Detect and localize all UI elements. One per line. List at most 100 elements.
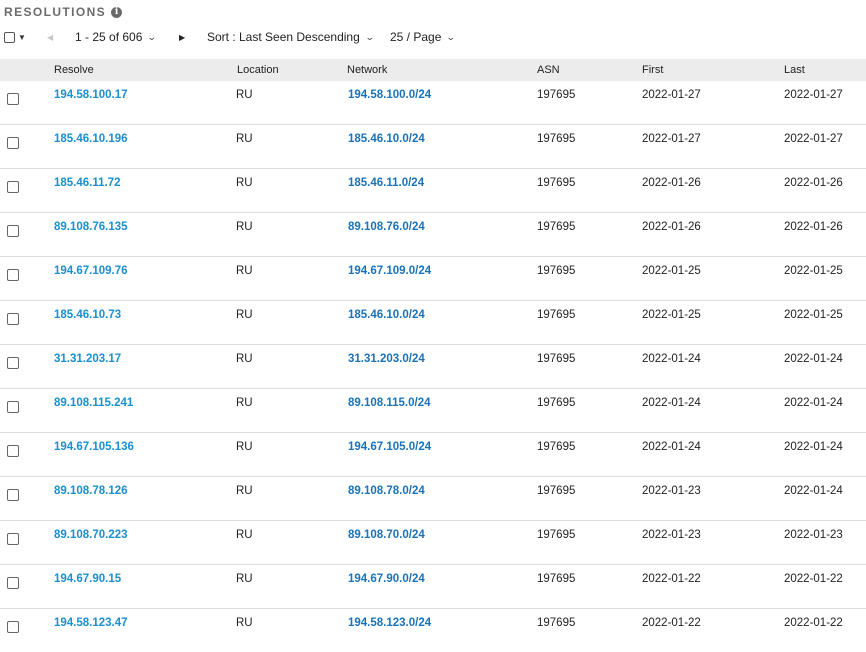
first-seen-cell: 2022-01-23 <box>642 529 701 541</box>
row-checkbox[interactable] <box>7 401 19 413</box>
resolve-link[interactable]: 185.46.11.72 <box>54 177 121 189</box>
asn-cell: 197695 <box>537 265 576 277</box>
page-size-dropdown[interactable]: 25 / Page ⌄ <box>390 24 457 50</box>
column-header-network[interactable]: Network <box>347 64 387 76</box>
asn-cell: 197695 <box>537 353 576 365</box>
row-checkbox[interactable] <box>7 93 19 105</box>
network-link[interactable]: 89.108.115.0/24 <box>348 397 431 409</box>
network-link[interactable]: 194.58.100.0/24 <box>348 89 431 101</box>
select-all-control[interactable]: ▼ <box>4 24 26 50</box>
last-seen-cell: 2022-01-25 <box>784 309 843 321</box>
last-seen-cell: 2022-01-23 <box>784 529 843 541</box>
first-seen-cell: 2022-01-24 <box>642 353 701 365</box>
table-header: Resolve Location Network ASN First Last <box>0 59 866 81</box>
network-link[interactable]: 194.67.105.0/24 <box>348 441 431 453</box>
range-dropdown[interactable]: 1 - 25 of 606 ⌄ <box>75 24 157 50</box>
first-seen-cell: 2022-01-27 <box>642 89 701 101</box>
table-row: 89.108.76.135 RU 89.108.76.0/24 197695 2022-… <box>0 213 866 257</box>
table-row: 31.31.203.17 RU 31.31.203.0/24 197695 2022-0… <box>0 345 866 389</box>
table-row: 89.108.78.126 RU 89.108.78.0/24 197695 2022-… <box>0 477 866 521</box>
resolve-link[interactable]: 185.46.10.73 <box>54 309 121 321</box>
row-checkbox[interactable] <box>7 577 19 589</box>
network-link[interactable]: 194.67.90.0/24 <box>348 573 425 585</box>
table-row: 194.67.105.136 RU 194.67.105.0/24 197695 202… <box>0 433 866 477</box>
location-cell: RU <box>236 265 253 277</box>
asn-cell: 197695 <box>537 309 576 321</box>
first-seen-cell: 2022-01-26 <box>642 221 701 233</box>
network-link[interactable]: 185.46.11.0/24 <box>348 177 424 189</box>
asn-cell: 197695 <box>537 573 576 585</box>
last-seen-cell: 2022-01-22 <box>784 573 843 585</box>
table-row: 89.108.70.223 RU 89.108.70.0/24 197695 2022-… <box>0 521 866 565</box>
first-seen-cell: 2022-01-25 <box>642 309 701 321</box>
range-label: 1 - 25 of 606 <box>75 30 143 44</box>
table-row: 194.58.123.47 RU 194.58.123.0/24 197695 2022… <box>0 609 866 652</box>
network-link[interactable]: 194.67.109.0/24 <box>348 265 431 277</box>
asn-cell: 197695 <box>537 89 576 101</box>
resolve-link[interactable]: 194.67.105.136 <box>54 441 134 453</box>
next-page-button[interactable]: ▶ <box>179 24 185 50</box>
location-cell: RU <box>236 573 253 585</box>
first-seen-cell: 2022-01-27 <box>642 133 701 145</box>
location-cell: RU <box>236 529 253 541</box>
row-checkbox[interactable] <box>7 357 19 369</box>
column-header-location[interactable]: Location <box>237 64 279 76</box>
asn-cell: 197695 <box>537 617 576 629</box>
column-header-asn[interactable]: ASN <box>537 64 560 76</box>
network-link[interactable]: 185.46.10.0/24 <box>348 133 425 145</box>
info-icon[interactable]: i <box>111 6 123 18</box>
first-seen-cell: 2022-01-22 <box>642 573 701 585</box>
row-checkbox[interactable] <box>7 445 19 457</box>
network-link[interactable]: 89.108.70.0/24 <box>348 529 425 541</box>
row-checkbox[interactable] <box>7 225 19 237</box>
last-seen-cell: 2022-01-24 <box>784 353 843 365</box>
row-checkbox[interactable] <box>7 313 19 325</box>
select-all-checkbox[interactable] <box>4 31 15 43</box>
sort-dropdown[interactable]: Sort : Last Seen Descending ⌄ <box>207 24 375 50</box>
resolve-link[interactable]: 89.108.76.135 <box>54 221 128 233</box>
first-seen-cell: 2022-01-24 <box>642 441 701 453</box>
column-header-first[interactable]: First <box>642 64 663 76</box>
location-cell: RU <box>236 617 253 629</box>
table-row: 185.46.11.72 RU 185.46.11.0/24 197695 2022-0… <box>0 169 866 213</box>
row-checkbox[interactable] <box>7 269 19 281</box>
row-checkbox[interactable] <box>7 533 19 545</box>
last-seen-cell: 2022-01-24 <box>784 485 843 497</box>
resolve-link[interactable]: 194.67.90.15 <box>54 573 121 585</box>
row-checkbox[interactable] <box>7 489 19 501</box>
last-seen-cell: 2022-01-26 <box>784 177 843 189</box>
prev-page-button[interactable]: ◀ <box>47 24 53 50</box>
resolve-link[interactable]: 89.108.78.126 <box>54 485 128 497</box>
column-header-resolve[interactable]: Resolve <box>54 64 94 76</box>
last-seen-cell: 2022-01-24 <box>784 397 843 409</box>
resolve-link[interactable]: 89.108.115.241 <box>54 397 133 409</box>
resolve-link[interactable]: 185.46.10.196 <box>54 133 128 145</box>
last-seen-cell: 2022-01-26 <box>784 221 843 233</box>
row-checkbox[interactable] <box>7 181 19 193</box>
network-link[interactable]: 194.58.123.0/24 <box>348 617 431 629</box>
resolve-link[interactable]: 194.58.123.47 <box>54 617 128 629</box>
location-cell: RU <box>236 485 253 497</box>
network-link[interactable]: 89.108.76.0/24 <box>348 221 425 233</box>
table-row: 185.46.10.196 RU 185.46.10.0/24 197695 2022-… <box>0 125 866 169</box>
sort-label: Sort : Last Seen Descending <box>207 30 360 44</box>
network-link[interactable]: 31.31.203.0/24 <box>348 353 425 365</box>
resolve-link[interactable]: 194.58.100.17 <box>54 89 128 101</box>
row-checkbox[interactable] <box>7 621 19 633</box>
location-cell: RU <box>236 89 253 101</box>
location-cell: RU <box>236 309 253 321</box>
row-checkbox[interactable] <box>7 137 19 149</box>
column-header-last[interactable]: Last <box>784 64 805 76</box>
resolve-link[interactable]: 31.31.203.17 <box>54 353 121 365</box>
first-seen-cell: 2022-01-24 <box>642 397 701 409</box>
chevron-down-icon: ⌄ <box>364 31 375 42</box>
chevron-down-icon: ⌄ <box>446 31 457 42</box>
table-row: 194.67.109.76 RU 194.67.109.0/24 197695 2022… <box>0 257 866 301</box>
location-cell: RU <box>236 133 253 145</box>
network-link[interactable]: 185.46.10.0/24 <box>348 309 425 321</box>
location-cell: RU <box>236 353 253 365</box>
network-link[interactable]: 89.108.78.0/24 <box>348 485 425 497</box>
caret-down-icon[interactable]: ▼ <box>18 33 26 42</box>
resolve-link[interactable]: 89.108.70.223 <box>54 529 128 541</box>
resolve-link[interactable]: 194.67.109.76 <box>54 265 128 277</box>
